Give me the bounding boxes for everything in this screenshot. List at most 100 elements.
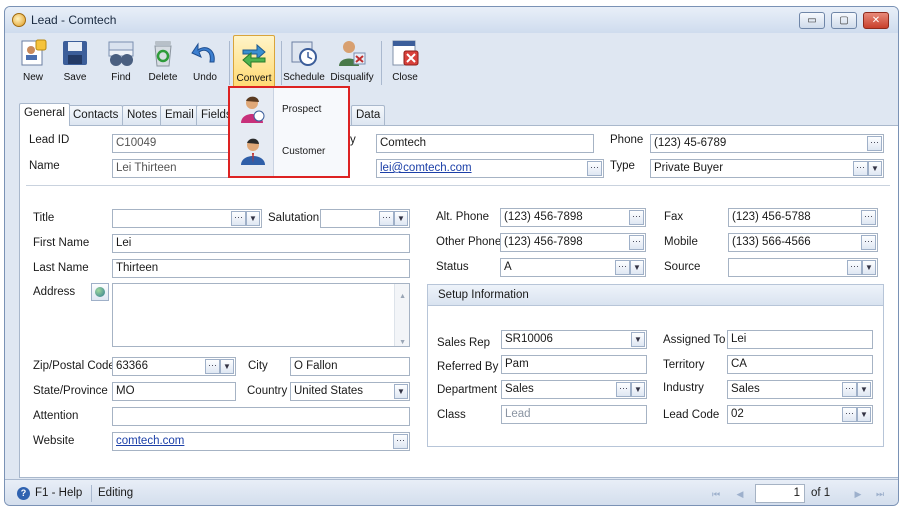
sales-rep-select[interactable]: SR10006 ▼: [501, 330, 647, 349]
zip-select[interactable]: 63366 ··· ▼: [112, 357, 236, 376]
chevron-down-icon[interactable]: ▼: [630, 260, 644, 275]
new-button[interactable]: New: [15, 35, 51, 89]
tab-email[interactable]: Email: [160, 105, 199, 125]
tab-contacts[interactable]: Contacts: [68, 105, 124, 125]
minimize-button[interactable]: ▭: [799, 12, 825, 29]
zip-label: Zip/Postal Code: [33, 360, 115, 372]
chevron-down-icon[interactable]: ▼: [220, 359, 234, 374]
email-lookup-button[interactable]: ···: [587, 161, 602, 176]
phone-label: Phone: [610, 134, 644, 146]
chevron-down-icon[interactable]: ▼: [862, 260, 876, 275]
chevron-down-icon[interactable]: ▼: [394, 384, 408, 399]
fax-field[interactable]: (123) 456-5788 ···: [728, 208, 878, 227]
chevron-down-icon[interactable]: ▼: [631, 332, 645, 347]
lead-code-lookup-button[interactable]: ···: [842, 407, 857, 422]
page-number-input[interactable]: 1: [755, 484, 805, 503]
city-field[interactable]: O Fallon: [290, 357, 410, 376]
name-field[interactable]: Lei Thirteen: [112, 159, 232, 178]
phone-field[interactable]: (123) 45-6789 ···: [650, 134, 884, 153]
menu-item-customer[interactable]: Customer: [232, 132, 348, 172]
fax-label: Fax: [664, 211, 684, 223]
scroll-down-icon[interactable]: ▼: [399, 334, 406, 346]
address-map-button[interactable]: [91, 283, 109, 301]
website-lookup-button[interactable]: ···: [393, 434, 408, 449]
type-lookup-button[interactable]: ···: [853, 161, 868, 176]
zip-lookup-button[interactable]: ···: [205, 359, 220, 374]
first-page-icon[interactable]: ⏮: [709, 487, 723, 501]
maximize-button[interactable]: ▢: [831, 12, 857, 29]
tab-general[interactable]: General: [19, 103, 70, 126]
alt-phone-field[interactable]: (123) 456-7898 ···: [500, 208, 646, 227]
status-select[interactable]: A ··· ▼: [500, 258, 646, 277]
alt-phone-lookup-button[interactable]: ···: [629, 210, 644, 225]
department-select[interactable]: Sales ··· ▼: [501, 380, 647, 399]
state-field[interactable]: MO: [112, 382, 236, 401]
territory-label: Territory: [663, 359, 705, 371]
delete-button[interactable]: Delete: [145, 35, 181, 89]
chevron-down-icon[interactable]: ▼: [246, 211, 260, 226]
lead-id-field[interactable]: C10049: [112, 134, 232, 153]
email-value[interactable]: lei@comtech.com: [380, 162, 472, 174]
mobile-value: (133) 566-4566: [732, 236, 811, 248]
save-label: Save: [63, 72, 87, 83]
close-form-icon: [390, 38, 420, 68]
previous-page-icon[interactable]: ◀: [733, 487, 747, 501]
salutation-label: Salutation: [268, 212, 320, 224]
help-label[interactable]: F1 - Help: [35, 487, 82, 499]
assigned-to-field[interactable]: Lei: [727, 330, 873, 349]
website-field[interactable]: comtech.com ···: [112, 432, 410, 451]
chevron-down-icon[interactable]: ▼: [857, 407, 871, 422]
industry-lookup-button[interactable]: ···: [842, 382, 857, 397]
website-value[interactable]: comtech.com: [116, 435, 184, 447]
new-label: New: [22, 72, 43, 83]
schedule-button[interactable]: Schedule: [283, 35, 325, 89]
attention-field[interactable]: [112, 407, 410, 426]
undo-button[interactable]: Undo: [187, 35, 223, 89]
status-bar: ? F1 - Help Editing ⏮ ◀ 1 of 1 ▶ ⏭: [5, 479, 898, 505]
phone-lookup-button[interactable]: ···: [867, 136, 882, 151]
company-field[interactable]: Comtech: [376, 134, 594, 153]
email-field[interactable]: lei@comtech.com ···: [376, 159, 604, 178]
type-select[interactable]: Private Buyer ··· ▼: [650, 159, 884, 178]
disqualify-button[interactable]: Disqualify: [329, 35, 375, 89]
last-page-icon[interactable]: ⏭: [873, 487, 887, 501]
chevron-down-icon[interactable]: ▼: [857, 382, 871, 397]
other-phone-lookup-button[interactable]: ···: [629, 235, 644, 250]
tab-notes[interactable]: Notes: [122, 105, 163, 125]
mobile-field[interactable]: (133) 566-4566 ···: [728, 233, 878, 252]
referred-by-field[interactable]: Pam: [501, 355, 647, 374]
menu-item-prospect[interactable]: Prospect: [232, 90, 348, 130]
convert-button[interactable]: Convert: [233, 35, 275, 89]
industry-select[interactable]: Sales ··· ▼: [727, 380, 873, 399]
lead-code-select[interactable]: 02 ··· ▼: [727, 405, 873, 424]
chevron-down-icon[interactable]: ▼: [631, 382, 645, 397]
territory-field[interactable]: CA: [727, 355, 873, 374]
lead-code-label: Lead Code: [663, 409, 720, 421]
mobile-lookup-button[interactable]: ···: [861, 235, 876, 250]
first-name-field[interactable]: Lei: [112, 234, 410, 253]
close-button[interactable]: Close: [387, 35, 423, 89]
source-select[interactable]: ··· ▼: [728, 258, 878, 277]
state-label: State/Province: [33, 385, 108, 397]
other-phone-field[interactable]: (123) 456-7898 ···: [500, 233, 646, 252]
last-name-field[interactable]: Thirteen: [112, 259, 410, 278]
title-select[interactable]: ··· ▼: [112, 209, 262, 228]
next-page-icon[interactable]: ▶: [851, 487, 865, 501]
tab-data[interactable]: Data: [351, 105, 386, 125]
country-select[interactable]: United States ▼: [290, 382, 410, 401]
source-lookup-button[interactable]: ···: [847, 260, 862, 275]
address-textarea[interactable]: ▲ ▼: [112, 283, 410, 347]
salutation-select[interactable]: ··· ▼: [320, 209, 410, 228]
scroll-up-icon[interactable]: ▲: [399, 288, 406, 305]
title-lookup-button[interactable]: ···: [231, 211, 246, 226]
close-window-button[interactable]: ✕: [863, 12, 889, 29]
save-button[interactable]: Save: [57, 35, 93, 89]
find-button[interactable]: Find: [103, 35, 139, 89]
status-lookup-button[interactable]: ···: [615, 260, 630, 275]
chevron-down-icon[interactable]: ▼: [868, 161, 882, 176]
help-icon[interactable]: ?: [17, 487, 30, 500]
chevron-down-icon[interactable]: ▼: [394, 211, 408, 226]
salutation-lookup-button[interactable]: ···: [379, 211, 394, 226]
department-lookup-button[interactable]: ···: [616, 382, 631, 397]
fax-lookup-button[interactable]: ···: [861, 210, 876, 225]
